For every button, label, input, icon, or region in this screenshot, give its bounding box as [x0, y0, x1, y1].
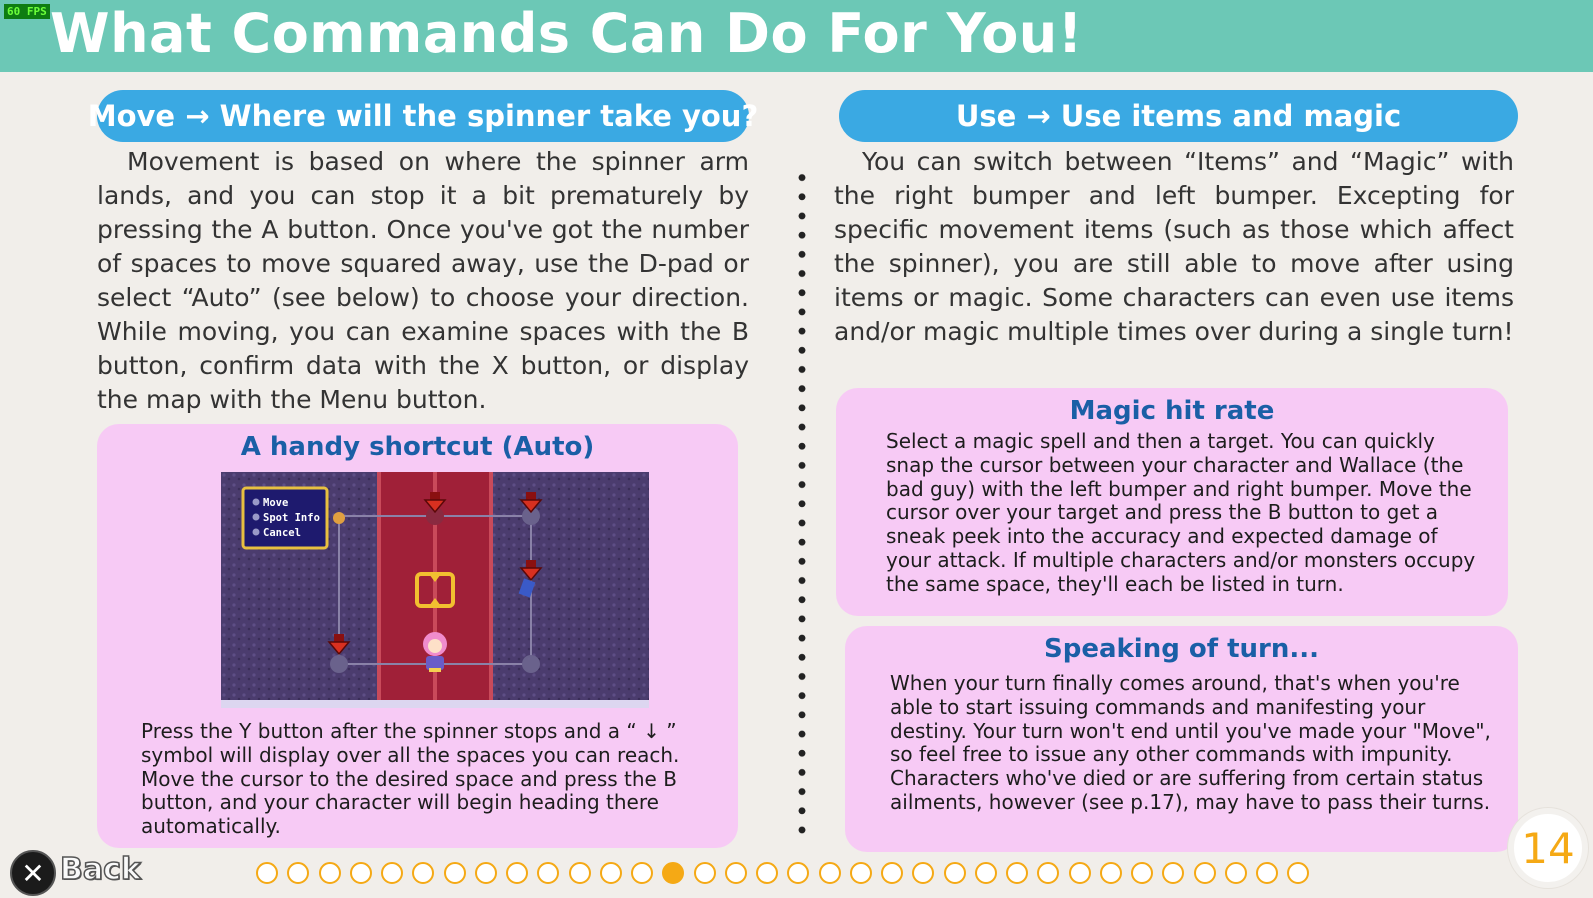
page-indicator [256, 862, 1310, 884]
page-dot[interactable] [1287, 862, 1310, 884]
page-dot[interactable] [1224, 862, 1247, 884]
page-title: What Commands Can Do For You! [50, 2, 1083, 65]
speaking-text: When your turn finally comes around, tha… [890, 671, 1491, 814]
shortcut-text: Press the Y button after the spinner sto… [141, 719, 680, 839]
page-dot[interactable] [912, 862, 935, 884]
x-button-icon[interactable]: ✕ [10, 850, 56, 896]
move-paragraph: Movement is based on where the spinner a… [97, 147, 749, 414]
magic-title: Magic hit rate [1069, 396, 1275, 426]
page-dot[interactable] [1099, 862, 1122, 884]
shortcut-title: A handy shortcut (Auto) [240, 432, 595, 462]
page-dot[interactable] [599, 862, 622, 884]
fps-counter: 60 FPS [4, 4, 50, 19]
column-divider [798, 168, 806, 840]
speaking-of-turn-box: Speaking of turn... When your turn final… [845, 626, 1518, 852]
page-dot[interactable] [756, 862, 778, 884]
page-dot[interactable] [693, 862, 716, 884]
page-dot[interactable] [1068, 862, 1091, 884]
use-heading: Use → Use items and magic [839, 90, 1518, 142]
page-dot[interactable] [943, 862, 966, 884]
page-dot[interactable] [287, 862, 310, 884]
shortcut-box: A handy shortcut (Auto) Move Spot Info C… [97, 424, 738, 848]
page-dot[interactable] [974, 862, 997, 884]
page-dot[interactable] [1131, 862, 1153, 884]
page-dot[interactable] [1256, 862, 1278, 884]
page-dot[interactable] [474, 862, 497, 884]
speaking-title: Speaking of turn... [1043, 634, 1320, 664]
page-dot[interactable] [443, 862, 466, 884]
use-paragraph: You can switch between “Items” and “Magi… [834, 147, 1514, 346]
menu-item-cancel: Cancel [263, 527, 301, 539]
page-dot[interactable] [662, 862, 685, 884]
page-dot[interactable] [506, 862, 528, 884]
page-dot[interactable] [412, 862, 435, 884]
page-dot[interactable] [381, 862, 403, 884]
page-dot[interactable] [1037, 862, 1060, 884]
magic-hit-rate-box: Magic hit rate Select a magic spell and … [836, 388, 1508, 616]
page-header: What Commands Can Do For You! [0, 0, 1593, 72]
move-heading: Move → Where will the spinner take you? [88, 90, 758, 142]
page-dot[interactable] [1006, 862, 1028, 884]
page-dot[interactable] [849, 862, 872, 884]
menu-item-spot-info: Spot Info [263, 512, 320, 524]
page-dot[interactable] [787, 862, 810, 884]
magic-text: Select a magic spell and then a target. … [886, 429, 1476, 596]
page-dot[interactable] [818, 862, 841, 884]
page-dot[interactable] [1162, 862, 1185, 884]
back-button[interactable]: Back [59, 851, 141, 888]
page-number: 14 [1508, 808, 1588, 888]
page-dot[interactable] [881, 862, 903, 884]
page-dot[interactable] [1193, 862, 1216, 884]
page-dot[interactable] [724, 862, 747, 884]
menu-item-move: Move [263, 497, 288, 509]
page-dot[interactable] [349, 862, 372, 884]
page-dot[interactable] [537, 862, 560, 884]
game-screenshot: Move Spot Info Cancel [221, 472, 649, 708]
page-dot[interactable] [568, 862, 591, 884]
page-dot[interactable] [631, 862, 653, 884]
page-dot[interactable] [318, 862, 341, 884]
page-dot[interactable] [256, 862, 278, 884]
